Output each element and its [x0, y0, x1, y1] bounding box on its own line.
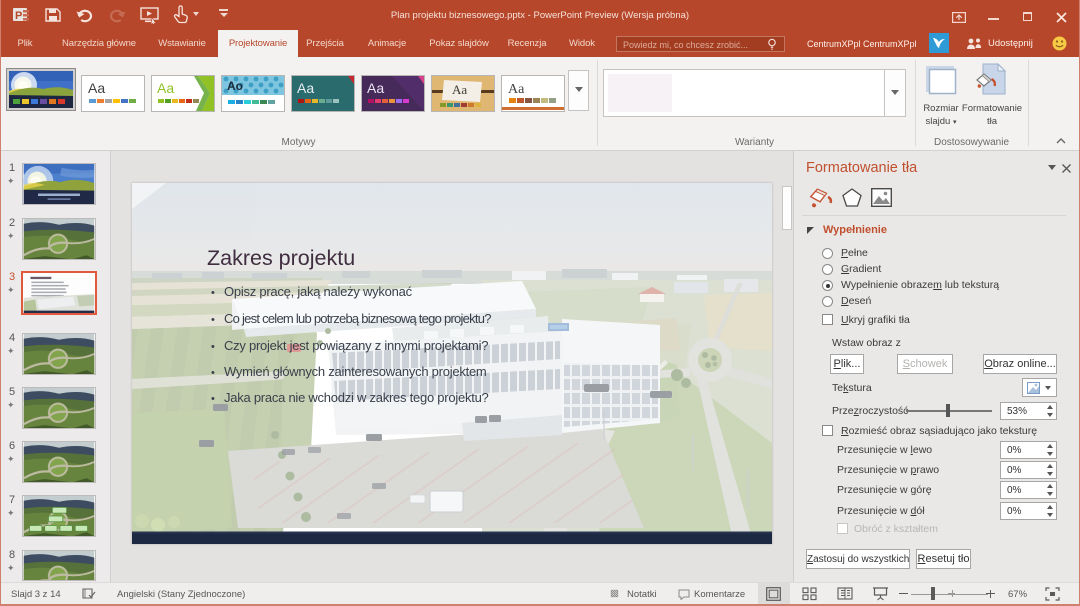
svg-text:Aa: Aa	[297, 80, 314, 96]
svg-text:Aa: Aa	[367, 80, 384, 96]
svg-text:Ao: Ao	[227, 79, 243, 93]
svg-text:Aa: Aa	[88, 80, 105, 96]
svg-text:Aa: Aa	[452, 82, 467, 97]
svg-text:Aa: Aa	[508, 82, 525, 97]
svg-text:Aa: Aa	[157, 80, 174, 96]
